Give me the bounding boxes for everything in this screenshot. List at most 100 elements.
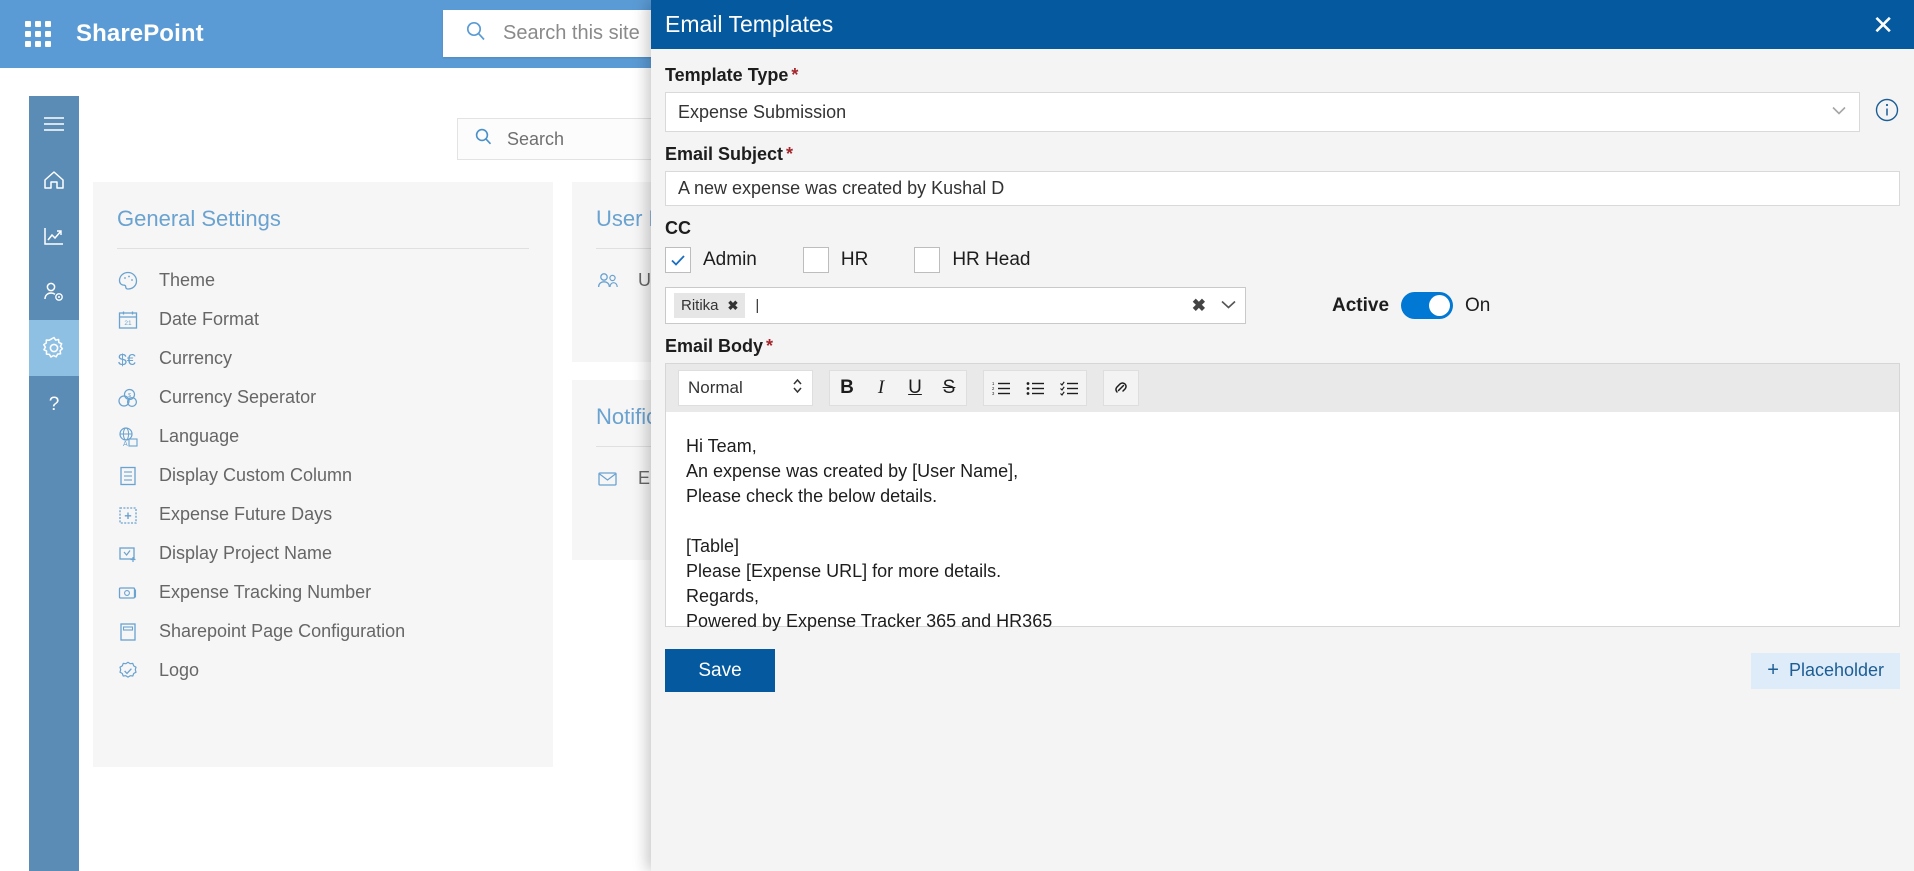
setting-label: Display Custom Column — [159, 465, 353, 485]
svg-text:21: 21 — [124, 320, 132, 327]
plus-icon: + — [1767, 659, 1779, 681]
cc-people-picker[interactable]: Ritika ✖ | ✖ — [665, 287, 1246, 324]
setting-label: Currency — [159, 348, 233, 368]
cc-label-hr: HR — [840, 249, 869, 270]
help-icon: ? — [42, 392, 66, 416]
setting-label: Date Format — [159, 309, 260, 329]
setting-label: Currency Seperator — [159, 387, 317, 407]
card-general-settings: General Settings Theme 21 Date Format $€… — [93, 182, 553, 767]
rail-item-reports[interactable] — [29, 208, 79, 264]
cc-checkbox-admin[interactable] — [665, 247, 691, 273]
editor-toolbar: Normal B I U S 123 — [666, 364, 1899, 412]
email-subject-input[interactable] — [665, 171, 1900, 206]
currency-icon: $€ — [117, 348, 143, 370]
italic-icon[interactable]: I — [864, 371, 898, 405]
toggle-knob — [1429, 295, 1451, 316]
strikethrough-icon[interactable]: S — [932, 371, 966, 405]
setting-item-display-custom-column[interactable]: Display Custom Column — [93, 456, 553, 495]
setting-item-expense-future-days[interactable]: Expense Future Days — [93, 495, 553, 534]
setting-item-currency[interactable]: $€ Currency — [93, 339, 553, 378]
list-group: 123 — [983, 370, 1087, 406]
active-label: Active — [1332, 294, 1390, 316]
card-title: General Settings — [117, 206, 281, 231]
app-root: SharePoint Search this site ? Search Gen… — [0, 0, 1914, 871]
bold-icon[interactable]: B — [830, 371, 864, 405]
template-type-select[interactable]: Expense Submission — [665, 92, 1860, 132]
required-marker: * — [786, 144, 794, 164]
template-type-row: Expense Submission — [665, 92, 1900, 132]
home-icon — [42, 169, 66, 191]
rail-item-home[interactable] — [29, 152, 79, 208]
format-select-value: Normal — [688, 378, 743, 397]
setting-item-expense-tracking-number[interactable]: Expense Tracking Number — [93, 573, 553, 612]
save-button[interactable]: Save — [665, 649, 775, 692]
general-settings-list: Theme 21 Date Format $€ Currency $ Curre… — [93, 249, 553, 690]
email-templates-panel: Email Templates ✕ Template Type * Expense… — [651, 0, 1914, 871]
bullet-list-icon[interactable] — [1018, 371, 1052, 405]
email-body-label-text: Email Body — [665, 336, 764, 356]
rail-item-help[interactable]: ? — [29, 376, 79, 432]
language-icon: A — [117, 426, 143, 448]
list-icon — [117, 465, 143, 487]
ordered-list-icon[interactable]: 123 — [984, 371, 1018, 405]
setting-item-currency-seperator[interactable]: $ Currency Seperator — [93, 378, 553, 417]
rail-item-user-management[interactable] — [29, 264, 79, 320]
active-toggle[interactable] — [1401, 292, 1454, 319]
app-launcher-icon[interactable] — [18, 14, 58, 54]
setting-item-display-project-name[interactable]: Display Project Name — [93, 534, 553, 573]
search-icon — [474, 127, 493, 151]
updown-chevron-icon — [792, 377, 803, 400]
template-type-label: Template Type * — [665, 65, 1900, 86]
setting-item-sharepoint-page-configuration[interactable]: Sharepoint Page Configuration — [93, 612, 553, 651]
info-icon[interactable] — [1874, 97, 1900, 128]
placeholder-button[interactable]: + Placeholder — [1751, 652, 1900, 689]
hamburger-icon — [42, 115, 66, 133]
calendar-icon: 21 — [117, 309, 143, 331]
setting-label: Display Project Name — [159, 543, 333, 563]
cc-chip-label: Ritika — [681, 297, 719, 314]
calendar-plus-icon — [117, 504, 143, 526]
rail-item-menu[interactable] — [29, 96, 79, 152]
active-toggle-group: Active On — [1332, 292, 1490, 319]
setting-item-date-format[interactable]: 21 Date Format — [93, 300, 553, 339]
panel-title: Email Templates — [665, 11, 834, 37]
clear-icon[interactable]: ✖ — [1192, 296, 1206, 316]
setting-label: Sharepoint Page Configuration — [159, 621, 406, 641]
site-search-placeholder: Search this site — [503, 22, 640, 44]
setting-item-logo[interactable]: Logo — [93, 651, 553, 690]
setting-label: Logo — [159, 660, 200, 680]
rail-item-settings[interactable] — [29, 320, 79, 376]
svg-text:?: ? — [49, 394, 60, 415]
chevron-down-icon[interactable] — [1220, 297, 1237, 315]
format-select[interactable]: Normal — [678, 370, 813, 406]
email-template-icon — [596, 468, 622, 490]
active-state-label: On — [1465, 294, 1491, 316]
text-style-group: B I U S — [829, 370, 967, 406]
setting-label: Expense Future Days — [159, 504, 333, 524]
cc-chip[interactable]: Ritika ✖ — [674, 293, 746, 318]
link-icon[interactable] — [1104, 371, 1138, 405]
cc-label-hr-head: HR Head — [952, 249, 1031, 270]
setting-item-language[interactable]: A Language — [93, 417, 553, 456]
chevron-down-icon — [1831, 103, 1847, 121]
cc-checkbox-hr-head[interactable] — [914, 247, 941, 273]
remove-icon[interactable]: ✖ — [728, 298, 739, 314]
palette-icon — [117, 270, 143, 292]
email-body-label: Email Body * — [665, 336, 1900, 357]
email-body-content[interactable]: Hi Team, An expense was created by [User… — [666, 412, 1899, 631]
template-type-label-text: Template Type — [665, 65, 789, 85]
email-body-editor: Normal B I U S 123 Hi Team, An expense w… — [665, 363, 1900, 631]
sharepoint-brand[interactable]: SharePoint — [76, 20, 204, 48]
gear-icon — [41, 335, 67, 361]
required-marker: * — [791, 65, 799, 85]
money-icon — [117, 582, 143, 604]
setting-item-theme[interactable]: Theme — [93, 261, 553, 300]
cc-checkbox-hr[interactable] — [802, 247, 829, 273]
email-subject-label: Email Subject * — [665, 144, 1900, 165]
page-search-placeholder: Search — [507, 128, 565, 149]
svg-text:$€: $€ — [118, 352, 136, 369]
underline-icon[interactable]: U — [898, 371, 932, 405]
close-icon[interactable]: ✕ — [1872, 12, 1894, 38]
check-list-icon[interactable] — [1052, 371, 1086, 405]
text-cursor: | — [755, 297, 760, 314]
